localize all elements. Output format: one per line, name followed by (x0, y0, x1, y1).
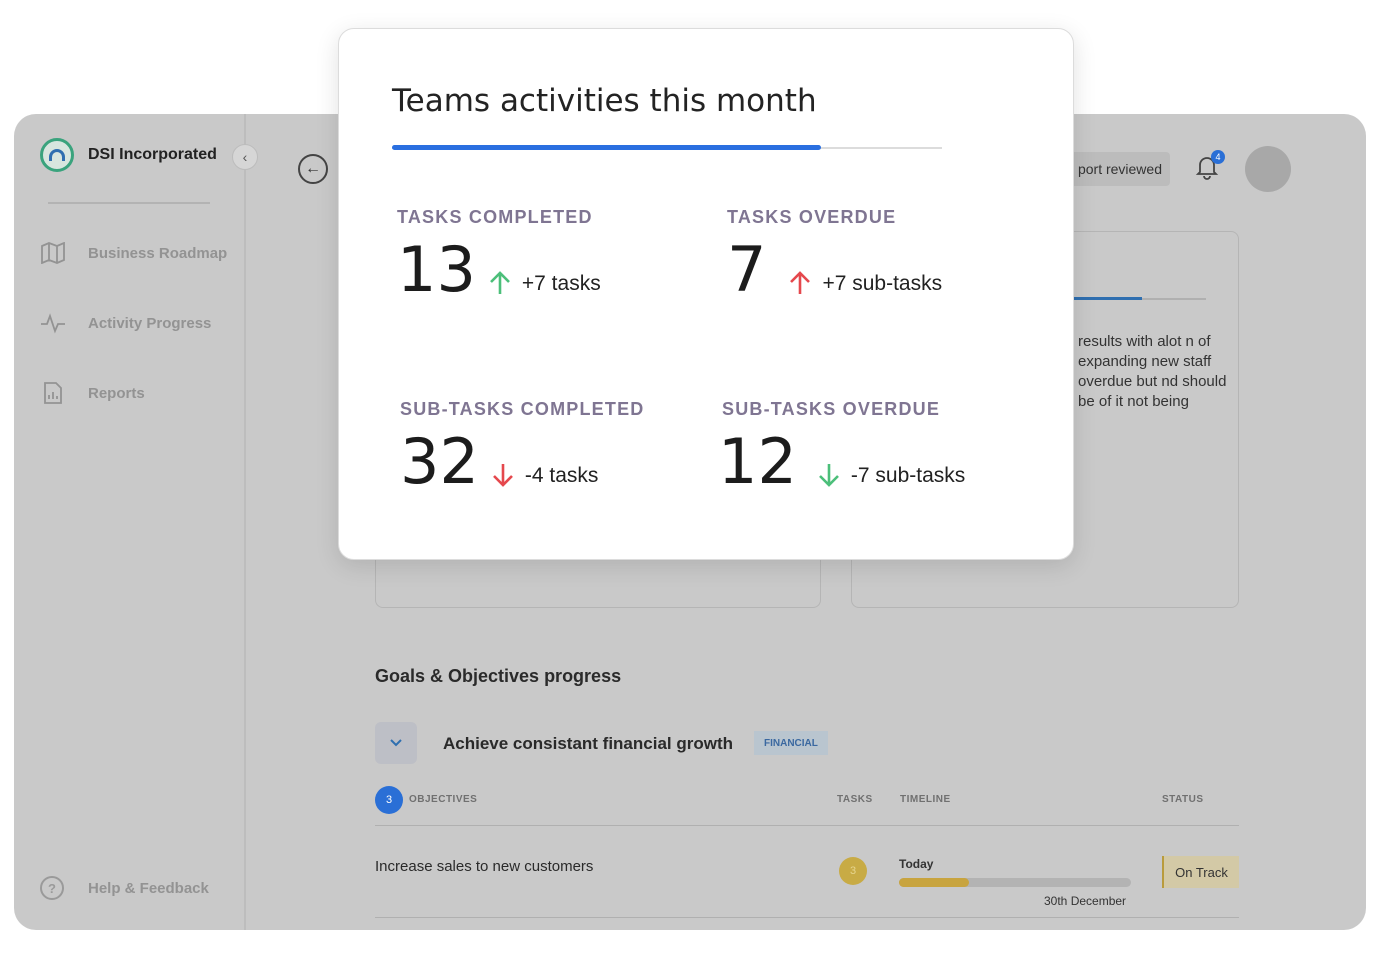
report-reviewed-button[interactable]: port reviewed (1062, 152, 1170, 186)
status-badge: On Track (1162, 856, 1239, 888)
goal-expand-button[interactable] (375, 722, 417, 764)
back-button[interactable]: ← (298, 154, 328, 184)
stat-label: SUB-TASKS COMPLETED (400, 399, 645, 419)
sidebar: DSI Incorporated ‹ Business Roadmap Acti… (14, 114, 258, 930)
stat-tasks-overdue: TASKS OVERDUE 7 +7 sub-tasks (727, 207, 943, 306)
timeline-end: 30th December (1044, 894, 1127, 908)
stat-delta: +7 tasks (521, 272, 601, 295)
timeline-start: Today (899, 857, 934, 871)
stat-subtasks-overdue: SUB-TASKS OVERDUE 12 -7 sub-tasks (718, 399, 966, 493)
stat-delta: -7 sub-tasks (850, 464, 966, 487)
sidebar-divider (48, 202, 210, 204)
collapse-sidebar-button[interactable]: ‹ (232, 144, 258, 170)
arrow-down-icon (818, 464, 839, 487)
sidebar-item-label: Activity Progress (88, 314, 212, 332)
modal-progress-fill (392, 145, 821, 150)
activities-modal: Teams activities this month TASKS COMPLE… (338, 28, 1074, 560)
modal-title: Teams activities this month (392, 83, 817, 119)
brand-logo-icon (40, 138, 74, 172)
notification-badge: 4 (1211, 150, 1225, 164)
arrow-up-icon (790, 271, 811, 294)
stat-delta: +7 sub-tasks (822, 272, 943, 295)
stat-tasks-completed: TASKS COMPLETED 13 +7 tasks (397, 207, 601, 306)
sidebar-item-business-roadmap[interactable]: Business Roadmap (40, 242, 227, 264)
stat-value: 13 (397, 233, 476, 306)
column-header-objectives: OBJECTIVES (409, 794, 478, 805)
goal-tag: FINANCIAL (754, 731, 828, 755)
brand-name: DSI Incorporated (88, 146, 217, 163)
stat-value: 32 (400, 425, 479, 498)
map-icon (40, 242, 66, 264)
table-header-divider (375, 825, 1239, 826)
stat-label: TASKS COMPLETED (397, 207, 593, 227)
column-header-status: STATUS (1162, 794, 1204, 805)
chevron-down-icon (390, 739, 402, 747)
card-text: results with alot n of expanding new sta… (1078, 333, 1227, 410)
tasks-count-badge: 3 (839, 857, 867, 885)
table-row-divider (375, 917, 1239, 918)
sidebar-item-label: Reports (88, 384, 145, 402)
column-header-timeline: TIMELINE (900, 794, 951, 805)
brand[interactable]: DSI Incorporated (40, 138, 217, 172)
help-feedback-link[interactable]: ? Help & Feedback (40, 876, 209, 900)
arrow-up-icon (489, 271, 510, 294)
question-icon: ? (40, 876, 64, 900)
objective-name: Increase sales to new customers (375, 858, 594, 875)
stat-delta: -4 tasks (524, 464, 599, 487)
stat-value: 12 (718, 425, 797, 498)
goal-name[interactable]: Achieve consistant financial growth (443, 734, 733, 754)
pulse-icon (40, 312, 66, 334)
stat-subtasks-completed: SUB-TASKS COMPLETED 32 -4 tasks (400, 399, 645, 498)
stat-label: TASKS OVERDUE (727, 207, 897, 227)
objectives-count-badge: 3 (375, 786, 403, 814)
avatar[interactable] (1245, 146, 1291, 192)
page: DSI Incorporated ‹ Business Roadmap Acti… (0, 0, 1386, 954)
arrow-down-icon (492, 464, 513, 487)
stat-value: 7 (727, 233, 767, 306)
sidebar-item-label: Business Roadmap (88, 244, 228, 262)
stat-label: SUB-TASKS OVERDUE (722, 399, 941, 419)
sidebar-item-reports[interactable]: Reports (40, 382, 145, 404)
help-label: Help & Feedback (88, 879, 209, 897)
column-header-tasks: TASKS (837, 794, 873, 805)
modal-progress-track (392, 145, 942, 150)
timeline-track (899, 878, 1131, 887)
goals-title: Goals & Objectives progress (375, 666, 622, 686)
timeline-progress (899, 878, 969, 887)
sidebar-item-activity-progress[interactable]: Activity Progress (40, 312, 211, 334)
report-icon (40, 382, 66, 404)
card-progress-bar (1074, 297, 1206, 300)
